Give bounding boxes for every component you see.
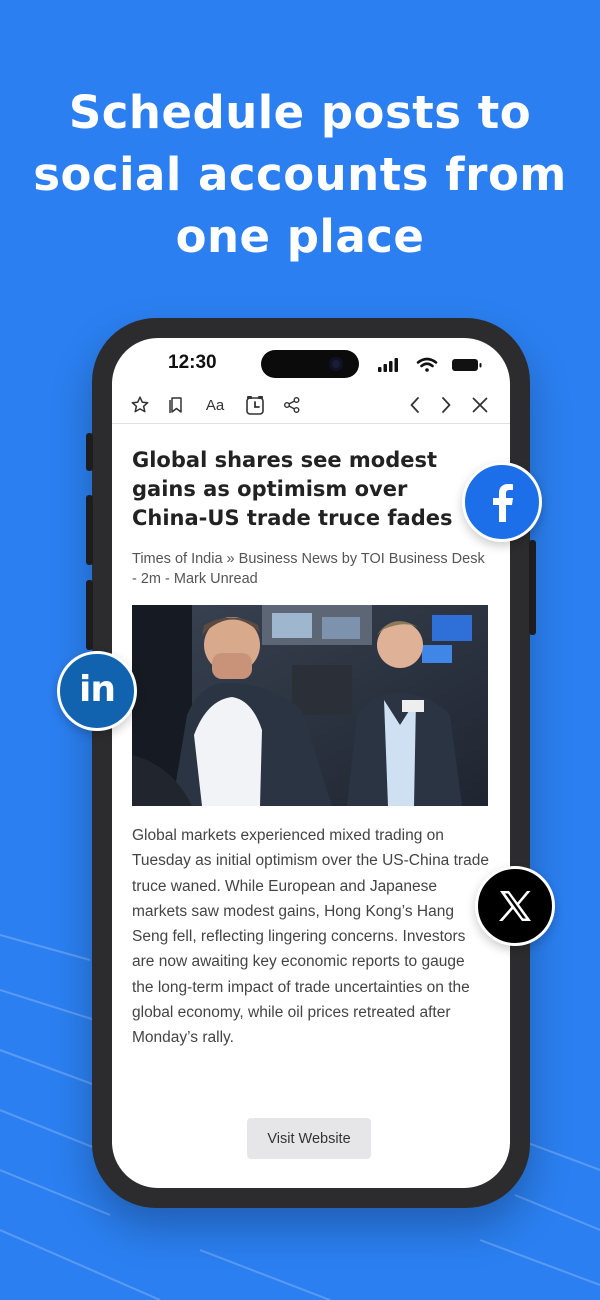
chevron-left-icon[interactable] [402,392,428,418]
headline: Schedule posts to social accounts from o… [0,82,600,268]
facebook-icon[interactable] [462,462,542,542]
toolbar-divider [112,423,510,424]
headline-line-2: social accounts from [33,148,567,201]
headline-line-1: Schedule posts to [68,86,532,139]
font-size-icon[interactable]: Aa [202,392,228,418]
signal-icon [378,358,398,372]
status-icons [378,357,482,372]
status-time: 12:30 [168,352,217,373]
bookmark-icon[interactable] [163,392,189,418]
phone-side-button [86,433,93,471]
trading-floor-photo [132,605,488,806]
camera-icon [329,357,343,371]
reader-toolbar: Aa [112,388,510,424]
share-icon[interactable] [279,392,305,418]
wifi-icon [416,357,438,372]
x-icon[interactable] [475,866,555,946]
article-image [132,605,488,806]
linkedin-label: in [79,669,116,710]
battery-icon [452,359,482,371]
dynamic-island [261,350,359,378]
linkedin-icon[interactable]: in [57,651,137,731]
chevron-right-icon[interactable] [433,392,459,418]
phone-power-button [529,540,536,635]
star-icon[interactable] [127,392,153,418]
alarm-clock-icon[interactable] [242,392,268,418]
phone-screen: 12:30 Aa Global shares see modest gains … [112,338,510,1188]
headline-line-3: one place [175,210,425,263]
article-meta[interactable]: Times of India » Business News by TOI Bu… [132,549,490,589]
article-body: Global markets experienced mixed trading… [132,827,489,1047]
close-icon[interactable] [467,392,493,418]
visit-website-button[interactable]: Visit Website [247,1118,371,1159]
phone-volume-down-button [86,580,93,650]
phone-volume-up-button [86,495,93,565]
article-title: Global shares see modest gains as optimi… [132,448,453,530]
article: Global shares see modest gains as optimi… [132,446,490,1051]
